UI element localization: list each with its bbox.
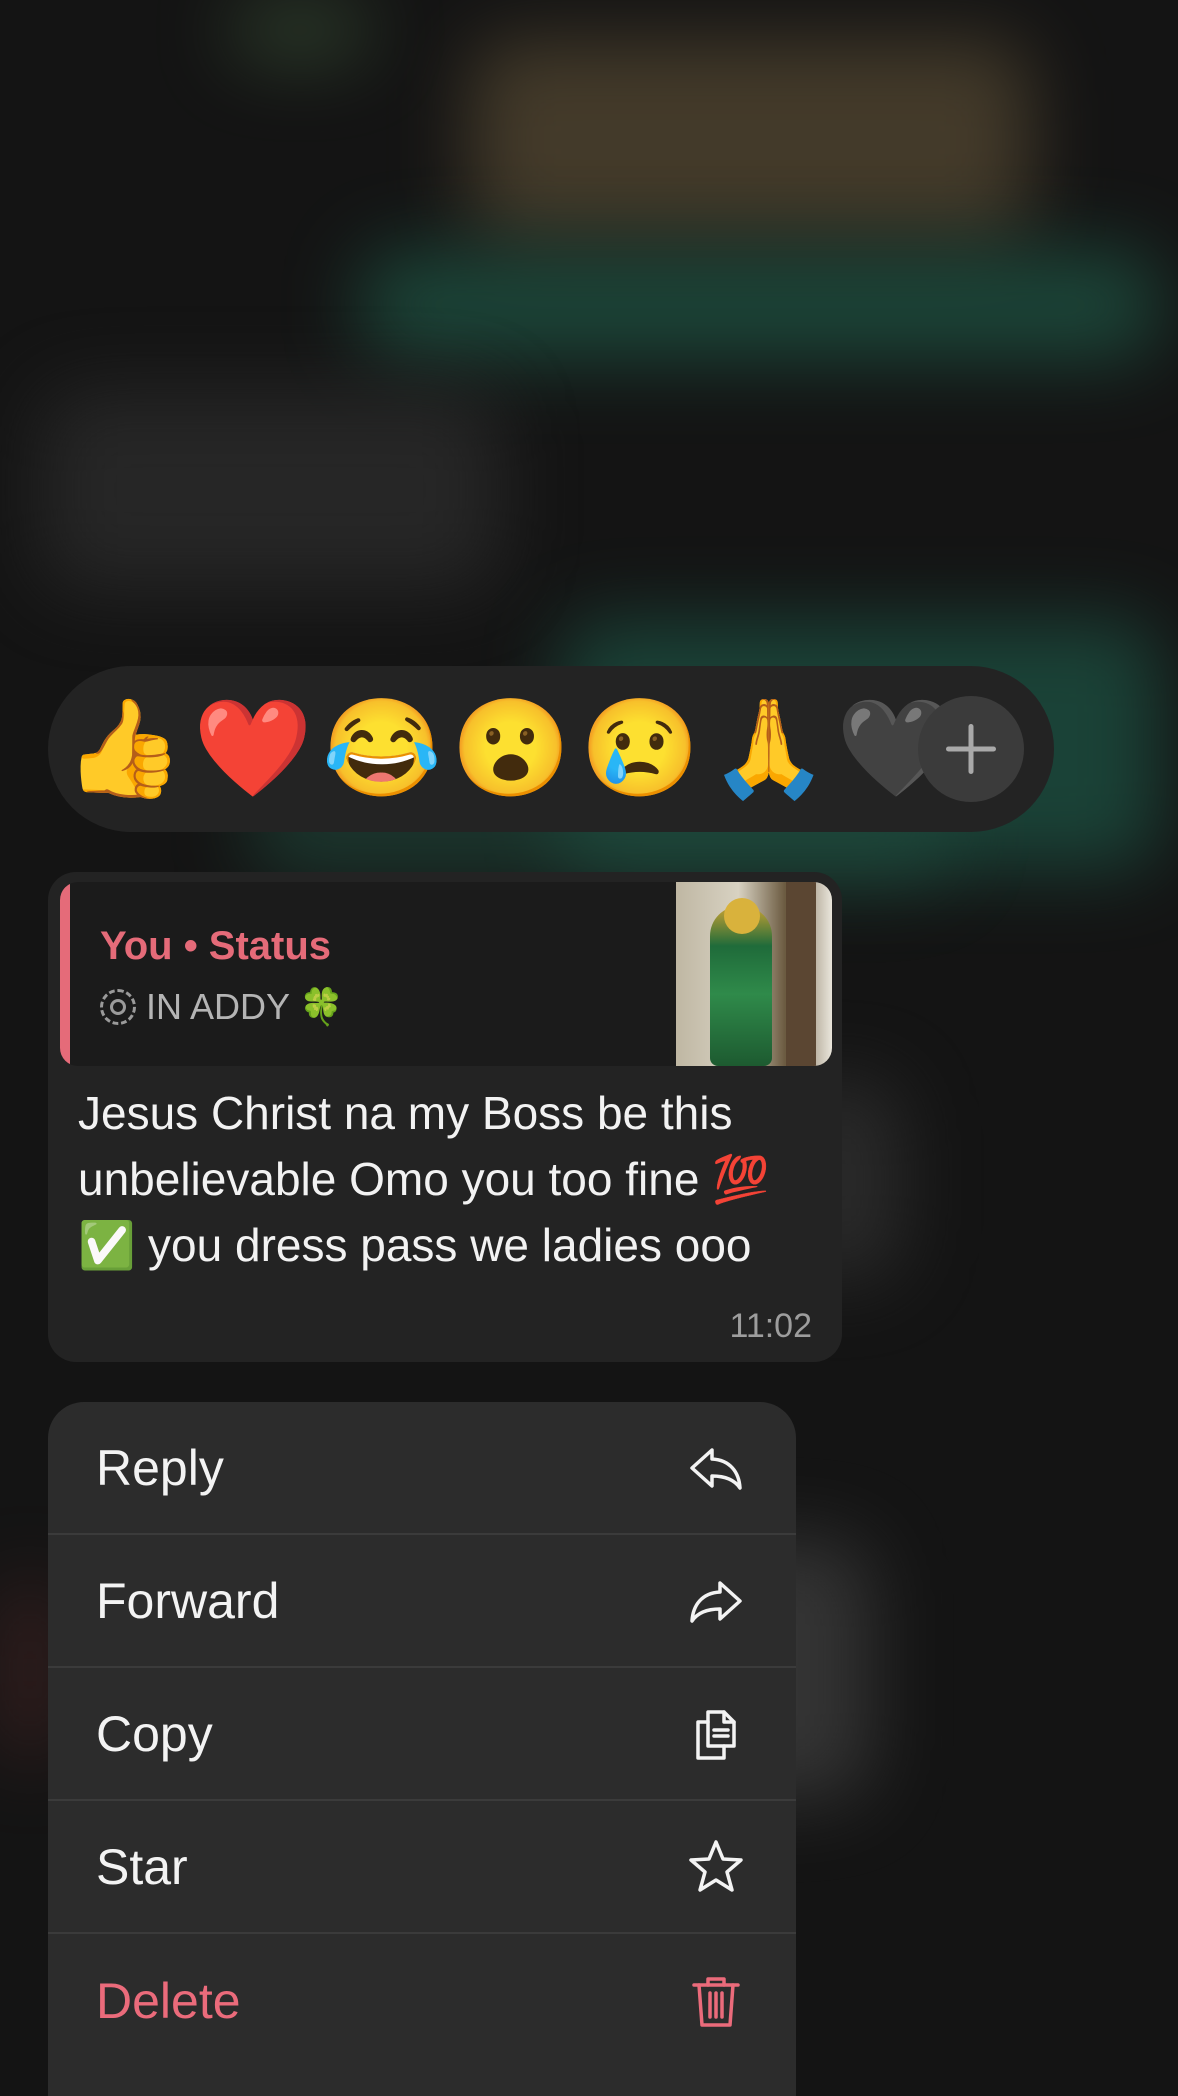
reaction-surprised[interactable]: 😮 xyxy=(451,701,571,797)
menu-item-label: Reply xyxy=(96,1439,224,1496)
thumbnail-door xyxy=(786,882,816,1066)
blurred-bubble xyxy=(230,0,370,60)
copy-icon xyxy=(686,1704,746,1764)
status-thumbnail xyxy=(676,882,832,1066)
quote-accent-bar xyxy=(60,882,70,1066)
quote-subtitle: IN ADDY 🍀 xyxy=(146,986,345,1027)
menu-item-copy[interactable]: Copy xyxy=(48,1668,796,1801)
message-bubble: You • Status IN ADDY 🍀 Jesus Christ na m… xyxy=(48,872,842,1362)
plus-icon[interactable] xyxy=(918,696,1024,802)
message-text: Jesus Christ na my Boss be this unbeliev… xyxy=(78,1087,770,1271)
status-ring-icon xyxy=(100,989,136,1025)
menu-item-label: Delete xyxy=(96,1972,241,2029)
forward-icon xyxy=(686,1571,746,1631)
reaction-red-heart[interactable]: ❤️ xyxy=(193,701,313,797)
quote-author: You • Status xyxy=(100,924,332,968)
menu-item-delete[interactable]: Delete xyxy=(48,1934,796,2067)
menu-item-label: Star xyxy=(96,1838,188,1895)
reaction-crying[interactable]: 😢 xyxy=(580,701,700,797)
reaction-tears-of-joy[interactable]: 😂 xyxy=(322,701,442,797)
blurred-bubble xyxy=(40,390,500,590)
blurred-bubble xyxy=(360,250,1160,360)
quoted-status[interactable]: You • Status IN ADDY 🍀 xyxy=(60,882,832,1066)
reaction-folded-hands[interactable]: 🙏 xyxy=(709,701,829,797)
trash-icon xyxy=(686,1971,746,2031)
menu-item-star[interactable]: Star xyxy=(48,1801,796,1934)
reaction-thumbs-up[interactable]: 👍 xyxy=(64,701,184,797)
message-time: 11:02 xyxy=(729,1307,812,1345)
menu-item-reply[interactable]: Reply xyxy=(48,1402,796,1535)
menu-item-label: Copy xyxy=(96,1705,213,1762)
blurred-image xyxy=(470,40,1030,240)
reply-icon xyxy=(686,1438,746,1498)
menu-item-label: Forward xyxy=(96,1572,280,1629)
context-menu: Reply Forward Copy Star Delete xyxy=(48,1402,796,2096)
quote-subtitle-row: IN ADDY 🍀 xyxy=(100,986,344,1028)
star-icon xyxy=(686,1837,746,1897)
reaction-bar: 👍 ❤️ 😂 😮 😢 🙏 🖤 xyxy=(48,666,1054,832)
menu-item-forward[interactable]: Forward xyxy=(48,1535,796,1668)
thumbnail-headwrap xyxy=(724,898,760,934)
